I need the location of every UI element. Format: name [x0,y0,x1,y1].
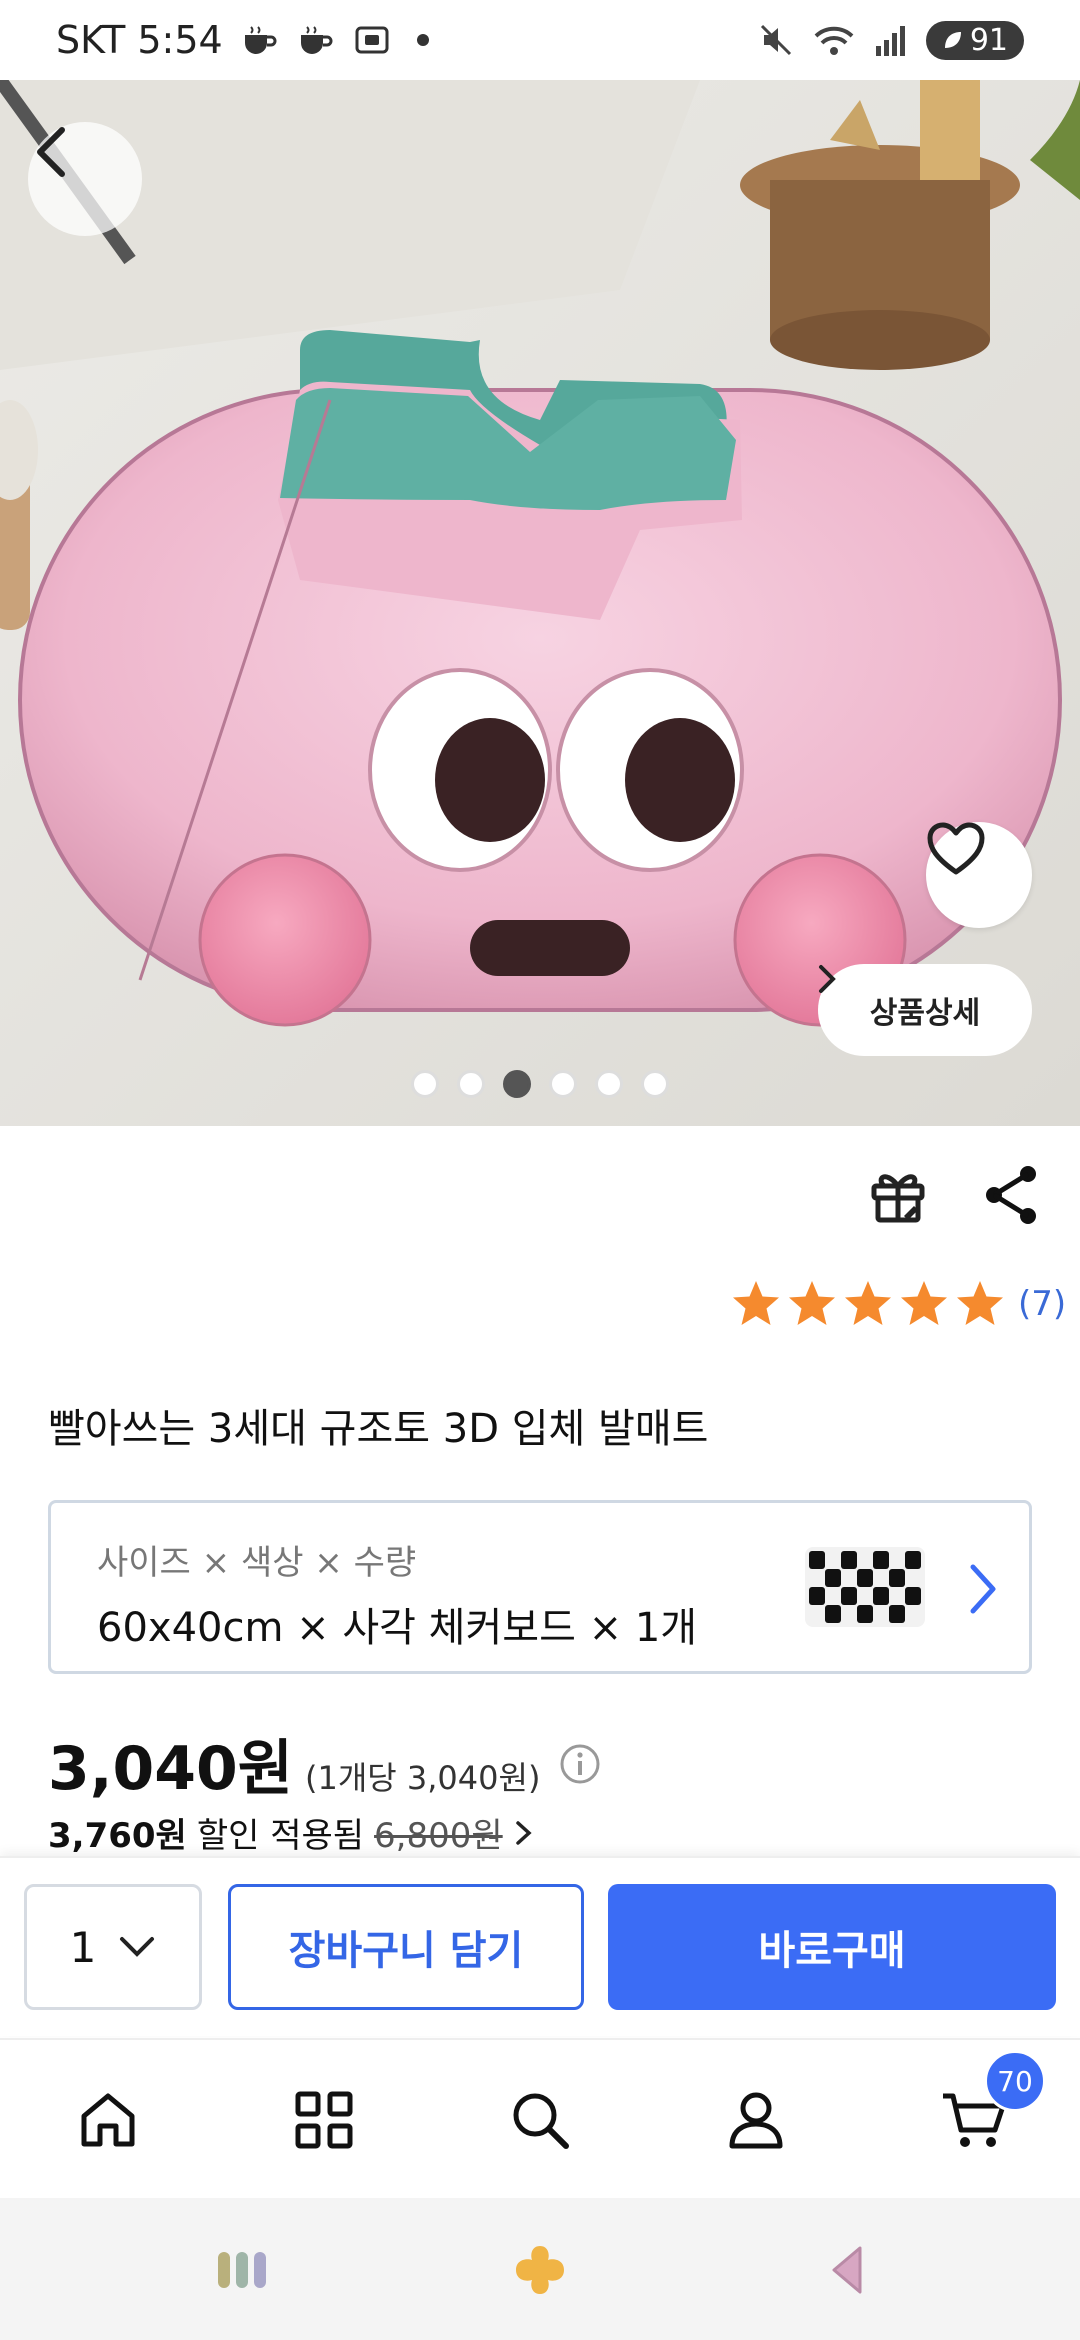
category-icon [295,2091,353,2149]
cart-badge: 70 [984,2050,1046,2112]
option-value: 60x40cm × 사각 체커보드 × 1개 [97,1605,698,1651]
nav-profile[interactable] [716,2080,796,2160]
product-detail-label: 상품상세 [869,996,981,1031]
share-icon[interactable] [982,1164,1042,1226]
coffee-icon [244,26,277,54]
option-label: 사이즈 × 색상 × 수량 [97,1543,417,1583]
wishlist-button[interactable] [926,822,1032,928]
discount-info[interactable]: 3,760원 할인 적용됨 6,800원 [48,1808,535,1857]
mute-icon [760,24,791,56]
sale-price: 3,040원 [48,1734,293,1804]
screenshot-icon [355,26,389,54]
battery-level: 91 [969,22,1008,58]
quantity-select[interactable]: 1 [24,1884,202,2010]
recent-apps-icon[interactable] [214,2242,270,2298]
back-nav-icon[interactable] [820,2242,876,2298]
bottom-nav [0,2038,1080,2198]
search-icon [513,2093,569,2149]
leaf-icon [944,32,961,48]
chevron-right-icon [515,1820,532,1845]
product-image-carousel[interactable]: 상품상세 [0,80,1080,1126]
star-icon [957,1281,1003,1325]
option-thumbnail [805,1547,925,1627]
carousel-dot[interactable] [641,1070,669,1098]
chevron-right-icon [819,965,836,993]
add-to-cart-button[interactable]: 장바구니 담기 [228,1884,584,2010]
nav-home[interactable] [68,2080,148,2160]
option-selector[interactable]: 사이즈 × 색상 × 수량 60x40cm × 사각 체커보드 × 1개 [48,1500,1032,1674]
carousel-dot[interactable] [595,1070,623,1098]
wifi-icon [814,26,854,55]
carousel-dot[interactable] [411,1070,439,1098]
system-nav-bar [0,2198,1080,2340]
profile-icon [729,2092,783,2149]
gift-icon[interactable] [866,1162,930,1226]
home-icon [81,2093,135,2147]
carousel-indicator [0,1070,1080,1098]
discounted-price: 3,760원 [48,1816,187,1856]
buy-now-button[interactable]: 바로구매 [608,1884,1056,2010]
nav-category[interactable] [284,2080,364,2160]
star-icon [845,1281,891,1325]
chevron-right-icon [970,1564,996,1614]
nav-search[interactable] [500,2080,580,2160]
back-button[interactable] [28,122,142,236]
review-count[interactable]: (7) [1018,1284,1066,1324]
info-icon[interactable] [558,1742,602,1786]
price-block: 3,040원 (1개당 3,040원) [48,1720,602,1807]
purchase-bar: 1 장바구니 담기 바로구매 [0,1856,1080,2036]
battery-indicator: 91 [925,20,1024,60]
star-icon [789,1281,835,1325]
status-time: SKT 5:54 [56,18,223,62]
quantity-value: 1 [69,1922,97,1972]
unit-price: (1개당 3,040원) [305,1759,541,1797]
product-title: 빨아쓰는 3세대 규조토 3D 입체 발매트 [48,1406,709,1452]
discount-note: 할인 적용됨 [196,1816,365,1856]
notification-dot-icon [416,34,429,46]
carousel-dot[interactable] [549,1070,577,1098]
coffee-icon [300,26,333,54]
rating[interactable]: (7) [730,1278,1066,1330]
original-price: 6,800원 [374,1816,503,1856]
star-icon [901,1281,947,1325]
home-button-icon[interactable] [512,2242,568,2298]
heart-icon [927,822,985,875]
status-bar: SKT 5:54 91 [0,0,1080,80]
carousel-dot-active[interactable] [503,1070,531,1098]
carousel-dot[interactable] [457,1070,485,1098]
chevron-left-icon [37,127,65,177]
star-icon [733,1281,779,1325]
chevron-down-icon [120,1937,155,1957]
signal-icon [875,26,905,56]
product-detail-button[interactable]: 상품상세 [818,964,1032,1056]
